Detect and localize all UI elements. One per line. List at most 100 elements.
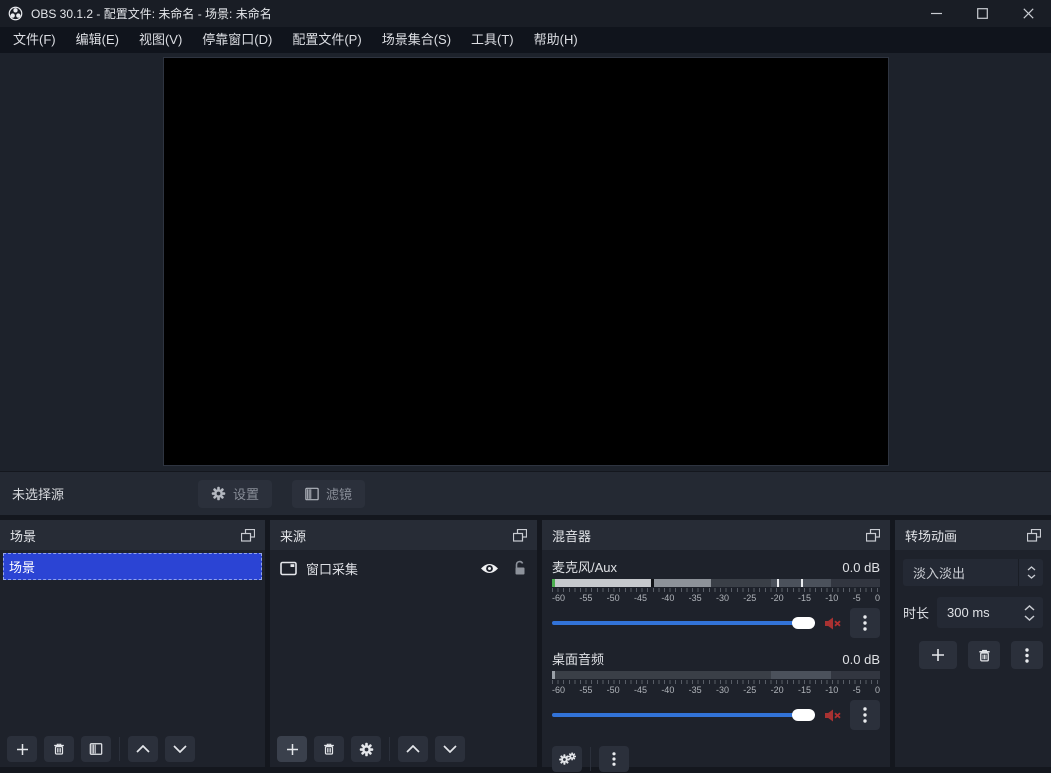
close-button[interactable] — [1005, 0, 1051, 27]
menu-help[interactable]: 帮助(H) — [524, 27, 588, 53]
volume-slider-handle[interactable] — [792, 617, 815, 629]
volume-slider-handle[interactable] — [792, 709, 815, 721]
volume-slider[interactable] — [552, 617, 815, 629]
scenes-toolbar — [0, 731, 265, 767]
menu-tools[interactable]: 工具(T) — [461, 27, 524, 53]
audio-mixer-dock: 混音器 麦克风/Aux 0.0 dB -60-55-50-4 — [542, 520, 890, 767]
channel-volume-db: 0.0 dB — [842, 560, 880, 575]
source-move-up-button[interactable] — [398, 736, 428, 762]
transition-options-button[interactable] — [1011, 641, 1043, 669]
menu-profile[interactable]: 配置文件(P) — [282, 27, 371, 53]
source-properties-label: 设置 — [233, 484, 259, 503]
mixer-dock-header: 混音器 — [542, 520, 890, 550]
mute-speaker-icon[interactable] — [824, 616, 841, 631]
source-properties-gear-button[interactable] — [351, 736, 381, 762]
transitions-dock-title: 转场动画 — [905, 526, 957, 545]
scene-list-item[interactable]: 场景 — [3, 553, 262, 580]
sources-dock-header: 来源 — [270, 520, 537, 550]
add-scene-button[interactable] — [7, 736, 37, 762]
spinner-up-icon[interactable] — [1024, 605, 1035, 611]
menubar: 文件(F) 编辑(E) 视图(V) 停靠窗口(D) 配置文件(P) 场景集合(S… — [0, 27, 1051, 53]
volume-slider[interactable] — [552, 709, 815, 721]
window-title: OBS 30.1.2 - 配置文件: 未命名 - 场景: 未命名 — [31, 5, 272, 22]
transitions-dock: 转场动画 淡入淡出 时长 300 ms — [895, 520, 1051, 767]
remove-transition-button[interactable] — [968, 641, 1000, 669]
transition-select[interactable]: 淡入淡出 — [903, 559, 1043, 586]
source-filters-button[interactable]: 滤镜 — [292, 480, 365, 508]
source-properties-button[interactable]: 设置 — [198, 480, 272, 508]
source-move-down-button[interactable] — [435, 736, 465, 762]
sources-toolbar — [270, 731, 537, 767]
transitions-dock-header: 转场动画 — [895, 520, 1051, 550]
channel-volume-db: 0.0 dB — [842, 652, 880, 667]
scene-name: 场景 — [9, 557, 35, 576]
gear-icon — [359, 742, 374, 757]
remove-scene-button[interactable] — [44, 736, 74, 762]
no-source-selected-label: 未选择源 — [12, 484, 198, 503]
mixer-channel-desktop: 桌面音频 0.0 dB -60-55-50-45-40-35-30-25-20-… — [552, 649, 880, 730]
gear-icon — [211, 486, 226, 501]
obs-logo-icon — [8, 6, 23, 21]
add-source-button[interactable] — [277, 736, 307, 762]
advanced-audio-properties-button[interactable] — [552, 746, 582, 772]
mixer-channel-mic: 麦克风/Aux 0.0 dB -60-55-50-45-40-35-30-25-… — [552, 557, 880, 638]
mixer-dock-title: 混音器 — [552, 526, 591, 545]
meter-tickstrip — [552, 588, 880, 592]
scene-move-down-button[interactable] — [165, 736, 195, 762]
sources-dock-title: 来源 — [280, 526, 306, 545]
transitions-body: 淡入淡出 时长 300 ms — [895, 550, 1051, 767]
menu-file[interactable]: 文件(F) — [3, 27, 66, 53]
source-filters-label: 滤镜 — [326, 484, 352, 503]
scenes-dock: 场景 场景 — [0, 520, 265, 767]
popout-dock-icon[interactable] — [866, 529, 880, 542]
preview-canvas[interactable] — [163, 57, 889, 466]
volume-slider-track — [552, 713, 815, 717]
unlock-icon[interactable] — [513, 560, 527, 576]
source-list-item[interactable]: 窗口采集 — [270, 553, 537, 583]
duration-spinner[interactable]: 300 ms — [937, 597, 1043, 628]
toolbar-separator — [119, 737, 120, 761]
menu-scene-collection[interactable]: 场景集合(S) — [372, 27, 461, 53]
channel-name: 麦克风/Aux — [552, 557, 617, 576]
volume-slider-track — [552, 621, 815, 625]
menu-view[interactable]: 视图(V) — [129, 27, 192, 53]
mixer-body: 麦克风/Aux 0.0 dB -60-55-50-45-40-35-30-25-… — [542, 550, 890, 773]
popout-dock-icon[interactable] — [1027, 529, 1041, 542]
double-gear-icon — [559, 752, 576, 767]
filter-icon — [305, 487, 319, 501]
popout-dock-icon[interactable] — [513, 529, 527, 542]
add-transition-button[interactable] — [919, 641, 957, 669]
preview-workspace — [0, 53, 1051, 471]
scenes-dock-header: 场景 — [0, 520, 265, 550]
menu-edit[interactable]: 编辑(E) — [66, 27, 129, 53]
scene-filters-button[interactable] — [81, 736, 111, 762]
audio-meter — [552, 671, 880, 679]
docks-area: 场景 场景 — [0, 515, 1051, 767]
remove-source-button[interactable] — [314, 736, 344, 762]
mixer-options-button[interactable] — [599, 746, 629, 772]
popout-dock-icon[interactable] — [241, 529, 255, 542]
toolbar-separator — [590, 747, 591, 771]
sources-dock: 来源 窗口采集 — [270, 520, 537, 767]
channel-options-button[interactable] — [850, 700, 880, 730]
duration-label: 时长 — [903, 603, 929, 622]
sources-list: 窗口采集 — [270, 550, 537, 767]
titlebar: OBS 30.1.2 - 配置文件: 未命名 - 场景: 未命名 — [0, 0, 1051, 27]
scene-move-up-button[interactable] — [128, 736, 158, 762]
visibility-eye-icon[interactable] — [480, 562, 499, 575]
window-capture-icon — [280, 561, 297, 576]
scenes-dock-title: 场景 — [10, 526, 36, 545]
combo-chevrons-icon — [1018, 559, 1043, 586]
source-context-toolbar: 未选择源 设置 滤镜 — [0, 471, 1051, 515]
menu-docks[interactable]: 停靠窗口(D) — [192, 27, 282, 53]
spinner-down-icon[interactable] — [1024, 615, 1035, 621]
toolbar-separator — [389, 737, 390, 761]
mute-speaker-icon[interactable] — [824, 708, 841, 723]
meter-tickstrip — [552, 680, 880, 684]
channel-options-button[interactable] — [850, 608, 880, 638]
channel-name: 桌面音频 — [552, 649, 604, 668]
maximize-button[interactable] — [959, 0, 1005, 27]
minimize-button[interactable] — [913, 0, 959, 27]
scenes-list: 场景 — [0, 550, 265, 767]
duration-value: 300 ms — [947, 605, 990, 620]
